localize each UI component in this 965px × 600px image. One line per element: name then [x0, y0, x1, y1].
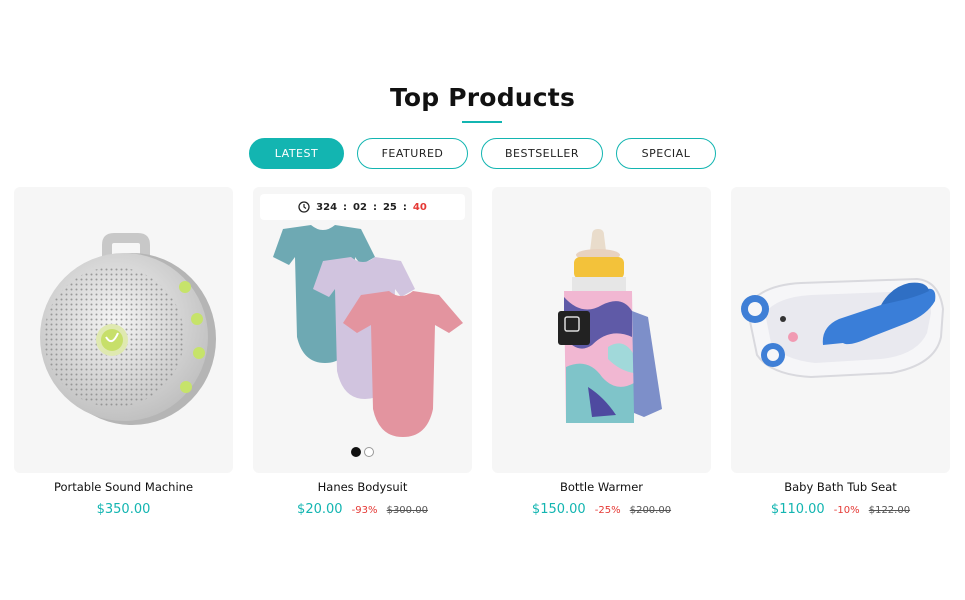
price-current: $350.00 — [96, 502, 151, 517]
bodysuit-icon — [273, 225, 463, 437]
carousel-dot[interactable] — [364, 447, 374, 457]
product-price: $110.00 -10% $122.00 — [731, 498, 950, 517]
tab-latest[interactable]: LATEST — [249, 138, 344, 169]
product-image[interactable] — [14, 187, 233, 473]
section-title: Top Products — [389, 83, 576, 112]
product-card[interactable]: Bottle Warmer $150.00 -25% $200.00 — [492, 187, 711, 517]
tab-bestseller[interactable]: BESTSELLER — [481, 138, 603, 169]
countdown-minutes: 25 — [382, 201, 397, 213]
product-tabs: LATEST FEATURED BESTSELLER SPECIAL — [0, 138, 965, 170]
product-image[interactable] — [492, 187, 711, 473]
sound-machine-icon — [40, 233, 216, 425]
bottle-warmer-icon — [558, 229, 662, 423]
product-card[interactable]: 324 : 02 : 25 : 40 Hanes Bodysuit $20.00… — [253, 187, 472, 517]
price-old: $200.00 — [629, 505, 672, 516]
product-name[interactable]: Hanes Bodysuit — [253, 480, 472, 494]
discount-badge: -93% — [351, 505, 378, 516]
tab-special[interactable]: SPECIAL — [616, 138, 716, 169]
product-name[interactable]: Baby Bath Tub Seat — [731, 480, 950, 494]
countdown-seconds: 40 — [412, 201, 427, 213]
price-old: $300.00 — [386, 505, 428, 516]
product-card[interactable]: Baby Bath Tub Seat $110.00 -10% $122.00 — [731, 187, 950, 517]
price-current: $20.00 — [297, 502, 343, 517]
price-old: $122.00 — [868, 505, 911, 516]
product-price: $20.00 -93% $300.00 — [253, 498, 472, 517]
title-underline — [462, 121, 502, 123]
product-image[interactable]: 324 : 02 : 25 : 40 — [253, 187, 472, 473]
countdown-hours: 02 — [353, 201, 367, 213]
tab-featured[interactable]: FEATURED — [357, 138, 468, 169]
bath-tub-icon — [741, 277, 945, 379]
discount-badge: -10% — [833, 505, 860, 516]
countdown-timer: 324 : 02 : 25 : 40 — [260, 194, 465, 220]
carousel-dot-active[interactable] — [351, 447, 361, 457]
countdown-days: 324 — [316, 201, 338, 213]
product-image[interactable] — [731, 187, 950, 473]
product-name[interactable]: Portable Sound Machine — [14, 480, 233, 494]
product-price: $150.00 -25% $200.00 — [492, 498, 711, 517]
product-price: $350.00 — [14, 498, 233, 517]
clock-icon — [298, 201, 310, 213]
carousel-dots — [253, 447, 472, 457]
price-current: $150.00 — [531, 502, 586, 517]
product-name[interactable]: Bottle Warmer — [492, 480, 711, 494]
price-current: $110.00 — [770, 502, 825, 517]
product-card[interactable]: Portable Sound Machine $350.00 — [14, 187, 233, 517]
discount-badge: -25% — [594, 505, 621, 516]
